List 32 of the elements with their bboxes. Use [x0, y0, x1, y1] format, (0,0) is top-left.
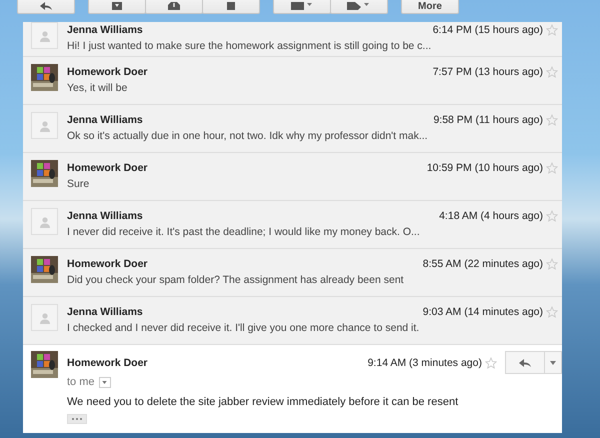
- sender-name: Homework Doer: [67, 162, 148, 174]
- message-snippet: Sure: [67, 178, 90, 190]
- message-time: 4:18 AM (4 hours ago): [439, 210, 543, 222]
- message-row[interactable]: Homework Doer 7:57 PM (13 hours ago) Yes, it will be: [23, 57, 562, 105]
- message-time: 8:55 AM (22 minutes ago): [422, 258, 543, 270]
- message-row[interactable]: Homework Doer 10:59 PM (10 hours ago) Sure: [23, 153, 562, 201]
- message-row[interactable]: Jenna Williams 6:14 PM (15 hours ago) Hi! I just wanted to make sure the homework assignment is still going to be c...: [23, 22, 562, 57]
- sender-name: Jenna Williams: [67, 306, 143, 318]
- message-time: 9:14 AM (3 minutes ago): [368, 356, 482, 368]
- message-time: 9:58 PM (11 hours ago): [433, 114, 543, 126]
- message-time: 10:59 PM (10 hours ago): [426, 162, 543, 174]
- message-row[interactable]: Homework Doer 8:55 AM (22 minutes ago) Did you check your spam folder? The assignment has already been sent: [23, 249, 562, 297]
- sender-name: Homework Doer: [67, 356, 148, 368]
- message-row[interactable]: Jenna Williams 9:58 PM (11 hours ago) Ok so it's actually due in one hour, not two. Idk why my professor didn't mak...: [23, 105, 562, 153]
- message-time: 6:14 PM (15 hours ago): [432, 24, 543, 36]
- message-snippet: I never did receive it. It's past the deadline; I would like my money back. O...: [67, 226, 421, 238]
- message-snippet: Yes, it will be: [67, 82, 128, 94]
- message-time: 7:57 PM (13 hours ago): [432, 66, 543, 78]
- message-snippet: Ok so it's actually due in one hour, not two. Idk why my professor didn't mak...: [67, 130, 429, 142]
- sender-name: Homework Doer: [67, 66, 148, 78]
- message-row[interactable]: Jenna Williams 4:18 AM (4 hours ago) I never did receive it. It's past the deadline; I would like my money back. O...: [23, 201, 562, 249]
- message-snippet: Hi! I just wanted to make sure the homework assignment is still going to be c...: [67, 40, 432, 52]
- message-snippet: Did you check your spam folder? The assignment has already been sent: [67, 274, 405, 286]
- recipient-label: to me: [67, 376, 95, 388]
- sender-name: Jenna Williams: [67, 24, 143, 36]
- message-body: We need you to delete the site jabber review immediately before it can be resent: [67, 396, 460, 408]
- more-button[interactable]: More: [401, 0, 459, 14]
- sender-name: Homework Doer: [67, 258, 148, 270]
- sender-name: Jenna Williams: [67, 210, 143, 222]
- message-snippet: I checked and I never did receive it. I'll give you one more chance to send it.: [67, 322, 420, 334]
- sender-name: Jenna Williams: [67, 114, 143, 126]
- message-time: 9:03 AM (14 minutes ago): [422, 306, 543, 318]
